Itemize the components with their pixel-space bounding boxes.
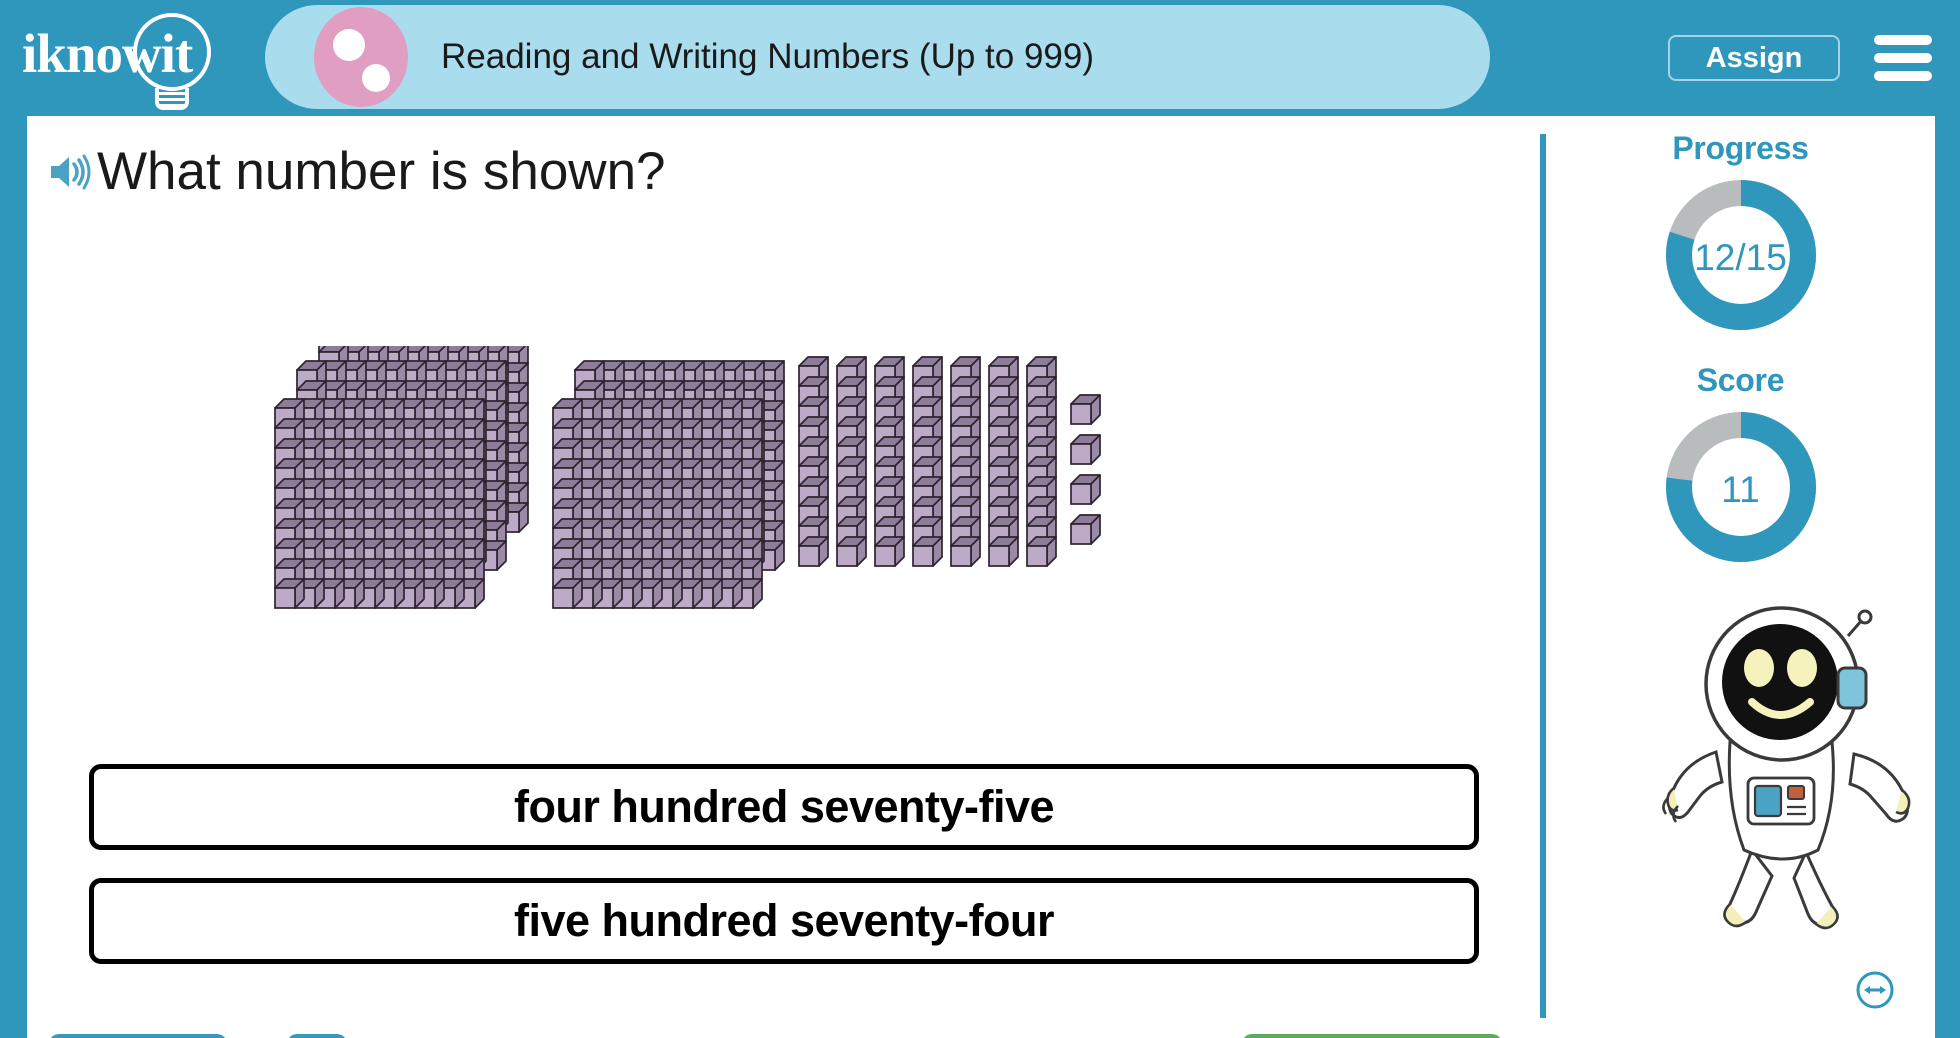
score-donut: 11: [1661, 407, 1821, 572]
score-label: Score: [1696, 362, 1785, 398]
iknowit-logo[interactable]: iknowit: [22, 8, 227, 110]
base-ten-blocks-svg: [274, 346, 1101, 609]
tens-rod: [798, 356, 829, 567]
ones-cube: [1070, 434, 1101, 465]
topic-icon: [314, 7, 408, 107]
lightbulb-lines-icon: [157, 92, 187, 108]
ones-cube: [1070, 474, 1101, 505]
question-row: What number is shown?: [45, 144, 666, 200]
submit-button[interactable]: Submit: [1242, 1034, 1502, 1038]
tens-rod: [1026, 356, 1057, 567]
answer-option-1[interactable]: four hundred seventy-five: [89, 764, 1479, 850]
lesson-title: Reading and Writing Numbers (Up to 999): [441, 37, 1095, 76]
hundreds-flat: [552, 398, 763, 609]
progress-label: Progress: [1672, 130, 1809, 166]
lesson-card: What number is shown? four hundred seven…: [27, 116, 1935, 1038]
lesson-title-pill: Reading and Writing Numbers (Up to 999): [265, 5, 1490, 109]
progress-donut-wrap: 12/15: [1546, 175, 1935, 340]
score-value: 11: [1721, 468, 1760, 510]
hint-button[interactable]: Hint: [49, 1034, 227, 1038]
scratchpad-button[interactable]: [287, 1034, 347, 1038]
astronaut-mascot: [1656, 602, 1926, 932]
progress-value: 12/15: [1694, 236, 1787, 278]
answer-option-2[interactable]: five hundred seventy-four: [89, 878, 1479, 964]
resize-arrows-icon[interactable]: [1855, 970, 1895, 1010]
progress-donut: 12/15: [1661, 175, 1821, 340]
ones-cube: [1070, 514, 1101, 545]
tens-rod: [874, 356, 905, 567]
app-root: iknowit Reading and Writing Numbers (Up …: [0, 0, 1960, 1038]
base-ten-blocks-figure: [27, 346, 1537, 656]
assign-button[interactable]: Assign: [1668, 35, 1840, 81]
lightbulb-icon: [133, 13, 211, 91]
speaker-icon[interactable]: [45, 149, 91, 195]
hamburger-menu-icon[interactable]: [1874, 35, 1932, 81]
tens-rod: [988, 356, 1019, 567]
answer-options: four hundred seventy-five five hundred s…: [89, 764, 1479, 992]
question-text: What number is shown?: [97, 142, 666, 201]
ones-cube: [1070, 394, 1101, 425]
hundreds-flat: [274, 398, 485, 609]
tens-rod: [912, 356, 943, 567]
status-panel: Progress 12/15 Score 11: [1546, 116, 1935, 1038]
score-donut-wrap: 11: [1546, 407, 1935, 572]
tens-rod: [836, 356, 867, 567]
tens-rod: [950, 356, 981, 567]
app-header: iknowit Reading and Writing Numbers (Up …: [0, 0, 1960, 116]
